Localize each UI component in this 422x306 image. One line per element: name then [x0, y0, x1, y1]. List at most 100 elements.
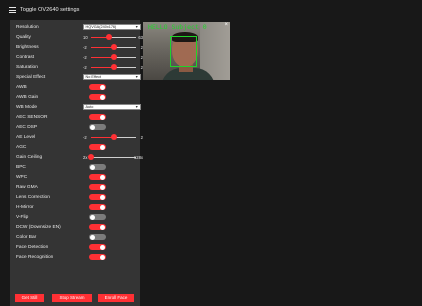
slider-track — [91, 64, 136, 70]
face-recognition-row: Face Recognition — [16, 253, 138, 261]
quality-row: Quality 10 63 — [16, 33, 143, 41]
dcw-toggle[interactable] — [89, 224, 106, 230]
settings-panel: Resolution HQVGA(240x176) ▼ Quality 10 63… — [10, 20, 143, 306]
agc-label: AGC — [16, 144, 27, 150]
wb-mode-label: WB Mode — [16, 104, 38, 110]
wb-mode-row: WB Mode Auto ▼ — [16, 103, 141, 111]
agc-row: AGC — [16, 143, 138, 151]
toggle-knob — [90, 234, 95, 240]
resolution-value: HQVGA(240x176) — [85, 24, 117, 29]
quality-min: 10 — [83, 34, 88, 40]
slider-track — [91, 54, 136, 60]
toggle-knob — [100, 114, 105, 120]
chevron-down-icon: ▼ — [135, 74, 139, 79]
wb-mode-select[interactable]: Auto ▼ — [83, 103, 141, 110]
face-recognition-label: Face Recognition — [16, 254, 54, 260]
aec-sensor-label: AEC SENSOR — [16, 114, 48, 120]
special-effect-select[interactable]: No Effect ▼ — [83, 73, 141, 80]
slider-thumb[interactable] — [88, 154, 94, 160]
v-flip-row: V-Flip — [16, 213, 138, 221]
face-recognition-toggle[interactable] — [89, 254, 106, 260]
brightness-min: -2 — [83, 44, 87, 50]
saturation-row: Saturation -2 2 — [16, 63, 143, 71]
enroll-face-button[interactable]: Enroll Face — [98, 294, 134, 302]
chevron-down-icon: ▼ — [135, 104, 139, 109]
contrast-label: Contrast — [16, 54, 35, 60]
h-mirror-row: H-Mirror — [16, 203, 138, 211]
stop-stream-button[interactable]: Stop Stream — [52, 294, 92, 302]
dcw-label: DCW (Downsize EN) — [16, 224, 61, 230]
ae-level-label: AE Level — [16, 134, 36, 140]
saturation-label: Saturation — [16, 64, 38, 70]
lens-correction-toggle[interactable] — [89, 194, 106, 200]
aec-sensor-row: AEC SENSOR — [16, 113, 138, 121]
aec-dsp-label: AEC DSP — [16, 124, 38, 130]
h-mirror-toggle[interactable] — [89, 204, 106, 210]
brightness-row: Brightness -2 2 — [16, 43, 143, 51]
ae-level-slider[interactable]: -2 2 — [83, 133, 143, 141]
brightness-slider[interactable]: -2 2 — [83, 43, 143, 51]
h-mirror-label: H-Mirror — [16, 204, 34, 210]
bpc-toggle[interactable] — [89, 164, 106, 170]
toggle-knob — [100, 204, 105, 210]
aec-sensor-toggle[interactable] — [89, 114, 106, 120]
face-detection-label: Face Detection — [16, 244, 49, 250]
lens-correction-row: Lens Correction — [16, 193, 138, 201]
toggle-knob — [100, 174, 105, 180]
gain-ceiling-slider[interactable]: 2x 128x — [83, 153, 143, 161]
get-still-button[interactable]: Get Still — [15, 294, 44, 302]
bpc-label: BPC — [16, 164, 26, 170]
toggle-knob — [90, 164, 95, 170]
recognition-overlay-text: HELLO Subject 0 — [148, 23, 207, 31]
raw-gma-toggle[interactable] — [89, 184, 106, 190]
brightness-label: Brightness — [16, 44, 39, 50]
agc-toggle[interactable] — [89, 144, 106, 150]
aec-dsp-toggle[interactable] — [89, 124, 106, 130]
lens-correction-label: Lens Correction — [16, 194, 50, 200]
wpc-toggle[interactable] — [89, 174, 106, 180]
slider-track — [88, 154, 136, 160]
color-bar-toggle[interactable] — [89, 234, 106, 240]
awb-toggle[interactable] — [89, 84, 106, 90]
awb-gain-label: AWB Gain — [16, 94, 39, 100]
special-effect-row: Special Effect No Effect ▼ — [16, 73, 141, 81]
awb-gain-toggle[interactable] — [89, 94, 106, 100]
close-icon[interactable]: × — [224, 22, 228, 28]
raw-gma-row: Raw GMA — [16, 183, 138, 191]
toggle-knob — [100, 184, 105, 190]
quality-label: Quality — [16, 34, 31, 40]
slider-thumb[interactable] — [110, 64, 117, 70]
toggle-knob — [90, 124, 95, 130]
toggle-knob — [100, 84, 105, 90]
hamburger-menu-icon[interactable] — [9, 7, 16, 13]
contrast-slider[interactable]: -2 2 — [83, 53, 143, 61]
color-bar-row: Color Bar — [16, 233, 138, 241]
settings-toggle-title[interactable]: Toggle OV2640 settings — [20, 7, 79, 13]
camera-stream-view: HELLO Subject 0 × — [143, 22, 230, 80]
saturation-slider[interactable]: -2 2 — [83, 63, 143, 71]
special-effect-value: No Effect — [85, 74, 102, 79]
special-effect-label: Special Effect — [16, 74, 46, 80]
slider-track — [91, 44, 136, 50]
v-flip-label: V-Flip — [16, 214, 29, 220]
slider-thumb[interactable] — [110, 44, 117, 50]
v-flip-toggle[interactable] — [89, 214, 106, 220]
awb-label: AWB — [16, 84, 27, 90]
face-detection-toggle[interactable] — [89, 244, 106, 250]
toggle-knob — [100, 254, 105, 260]
gain-ceiling-row: Gain Ceiling 2x 128x — [16, 153, 143, 161]
gain-ceiling-max: 128x — [133, 154, 143, 160]
slider-track — [91, 134, 136, 140]
quality-slider[interactable]: 10 63 — [83, 33, 143, 41]
slider-thumb[interactable] — [110, 134, 117, 140]
slider-thumb[interactable] — [110, 54, 117, 60]
resolution-select[interactable]: HQVGA(240x176) ▼ — [83, 23, 141, 30]
color-bar-label: Color Bar — [16, 234, 37, 240]
chevron-down-icon: ▼ — [135, 24, 139, 29]
contrast-row: Contrast -2 2 — [16, 53, 143, 61]
toggle-knob — [100, 244, 105, 250]
wpc-row: WPC — [16, 173, 138, 181]
toggle-knob — [90, 214, 95, 220]
slider-thumb[interactable] — [106, 34, 112, 40]
toggle-knob — [100, 194, 105, 200]
